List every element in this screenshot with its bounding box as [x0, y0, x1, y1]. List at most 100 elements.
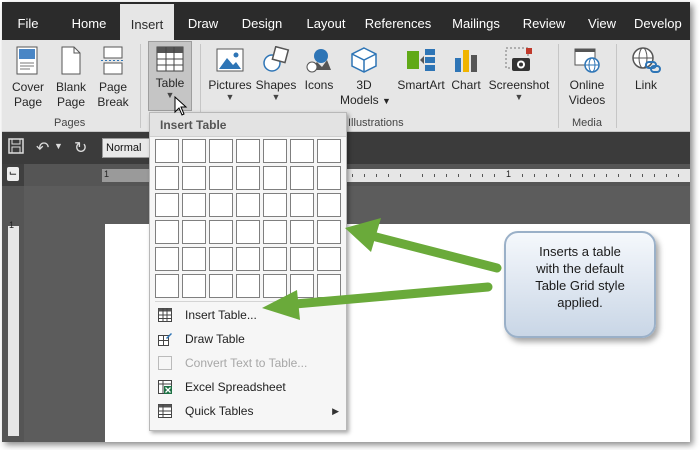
screenshot-label: Screenshot [488, 78, 550, 92]
ruler-tick [642, 174, 643, 177]
smartart-button[interactable]: SmartArt [394, 42, 448, 93]
tab-developer[interactable]: Develop [634, 2, 690, 40]
ruler-tick [352, 174, 353, 177]
style-selector[interactable]: Normal [102, 138, 152, 158]
table-grid-cell[interactable] [155, 166, 179, 190]
page-break-button[interactable]: Page Break [92, 42, 134, 110]
tab-home[interactable]: Home [62, 2, 116, 40]
table-grid-cell[interactable] [290, 193, 314, 217]
table-grid-cell[interactable] [209, 247, 233, 271]
cover-page-button[interactable]: Cover Page [4, 42, 52, 110]
convert-text-to-table-menu-item[interactable]: Convert Text to Table... [151, 351, 347, 375]
draw-table-label: Draw Table [185, 332, 245, 346]
table-grid-cell[interactable] [155, 193, 179, 217]
table-grid-cell[interactable] [290, 166, 314, 190]
icons-button[interactable]: Icons [300, 42, 338, 93]
save-icon[interactable] [8, 138, 24, 159]
3d-models-button[interactable]: 3D Models ▼ [340, 42, 391, 109]
table-grid-cell[interactable] [236, 220, 260, 244]
tab-draw[interactable]: Draw [180, 2, 226, 40]
table-grid-cell[interactable] [290, 139, 314, 163]
ruler-margin [102, 169, 150, 182]
tab-insert[interactable]: Insert [120, 2, 174, 40]
table-grid-cell[interactable] [236, 166, 260, 190]
table-grid-cell[interactable] [236, 274, 260, 298]
chart-button[interactable]: Chart [448, 42, 484, 93]
blank-page-button[interactable]: Blank Page [52, 42, 90, 110]
tab-view[interactable]: View [582, 2, 622, 40]
chevron-down-icon: ▼ [382, 96, 391, 106]
tab-review[interactable]: Review [518, 2, 570, 40]
table-grid-cell[interactable] [263, 193, 287, 217]
table-grid-cell[interactable] [182, 247, 206, 271]
online-videos-button[interactable]: Online Videos [564, 42, 610, 108]
table-label: Table [155, 76, 185, 90]
tab-mailings[interactable]: Mailings [446, 2, 506, 40]
dropdown-title: Insert Table [150, 113, 346, 137]
table-grid-cell[interactable] [155, 220, 179, 244]
chevron-down-icon: ▼ [225, 92, 235, 102]
tab-selector[interactable]: ⌙ [2, 164, 24, 186]
draw-table-menu-item[interactable]: Draw Table [151, 327, 347, 351]
table-grid-cell[interactable] [236, 247, 260, 271]
quick-tables-label: Quick Tables [185, 404, 254, 418]
table-grid-cell[interactable] [209, 166, 233, 190]
screenshot-button[interactable]: Screenshot ▼ [488, 42, 550, 102]
table-grid-cell[interactable] [317, 193, 341, 217]
vertical-ruler[interactable]: 1 [2, 186, 24, 442]
excel-spreadsheet-label: Excel Spreadsheet [185, 380, 286, 394]
quick-tables-menu-item[interactable]: Quick Tables ▶ [151, 399, 347, 423]
table-grid-cell[interactable] [317, 220, 341, 244]
table-grid-cell[interactable] [209, 274, 233, 298]
page-break-label-2: Break [97, 95, 129, 109]
pages-group-label: Pages [54, 117, 86, 129]
excel-spreadsheet-menu-item[interactable]: Excel Spreadsheet [151, 375, 347, 399]
table-grid-cell[interactable] [290, 247, 314, 271]
table-grid-cell[interactable] [182, 166, 206, 190]
shapes-button[interactable]: Shapes ▼ [254, 42, 298, 102]
shapes-label: Shapes [255, 78, 297, 92]
chevron-down-icon: ▼ [514, 92, 524, 102]
ruler-tick [494, 174, 495, 177]
undo-icon[interactable]: ↶ [36, 138, 49, 158]
table-grid-cell[interactable] [209, 193, 233, 217]
mouse-cursor-icon [174, 96, 188, 116]
pictures-button[interactable]: Pictures ▼ [206, 42, 254, 102]
tab-layout[interactable]: Layout [298, 2, 354, 40]
insert-table-menu-item[interactable]: Insert Table... [151, 303, 347, 327]
tab-design[interactable]: Design [234, 2, 290, 40]
table-grid-cell[interactable] [209, 139, 233, 163]
table-grid-cell[interactable] [155, 274, 179, 298]
ruler-tick [376, 174, 377, 177]
redo-icon[interactable]: ↻ [74, 138, 87, 158]
table-grid-cell[interactable] [263, 247, 287, 271]
table-grid-cell[interactable] [317, 274, 341, 298]
table-grid-cell[interactable] [317, 139, 341, 163]
link-button[interactable]: Link [624, 42, 668, 93]
table-grid-cell[interactable] [155, 139, 179, 163]
table-grid-cell[interactable] [317, 166, 341, 190]
tab-references[interactable]: References [362, 2, 434, 40]
blank-page-icon [61, 46, 81, 75]
table-grid-cell[interactable] [182, 193, 206, 217]
tab-file[interactable]: File [8, 2, 48, 40]
table-grid-cell[interactable] [236, 139, 260, 163]
chevron-down-icon[interactable]: ▼ [54, 141, 63, 151]
table-grid-cell[interactable] [182, 139, 206, 163]
table-grid-cell[interactable] [236, 193, 260, 217]
table-grid-cell[interactable] [209, 220, 233, 244]
table-grid-cell[interactable] [263, 274, 287, 298]
table-grid-cell[interactable] [155, 247, 179, 271]
table-grid-cell[interactable] [263, 166, 287, 190]
table-grid-cell[interactable] [290, 274, 314, 298]
3d-models-label-1: 3D [356, 78, 372, 92]
annotation-callout: Inserts a table with the default Table G… [504, 231, 656, 338]
table-grid-cell[interactable] [263, 220, 287, 244]
table-grid-cell[interactable] [263, 139, 287, 163]
ruler-number: 1 [9, 220, 15, 230]
online-videos-label-1: Online [569, 78, 605, 92]
table-grid-cell[interactable] [290, 220, 314, 244]
table-grid-cell[interactable] [182, 274, 206, 298]
table-grid-cell[interactable] [317, 247, 341, 271]
table-grid-cell[interactable] [182, 220, 206, 244]
